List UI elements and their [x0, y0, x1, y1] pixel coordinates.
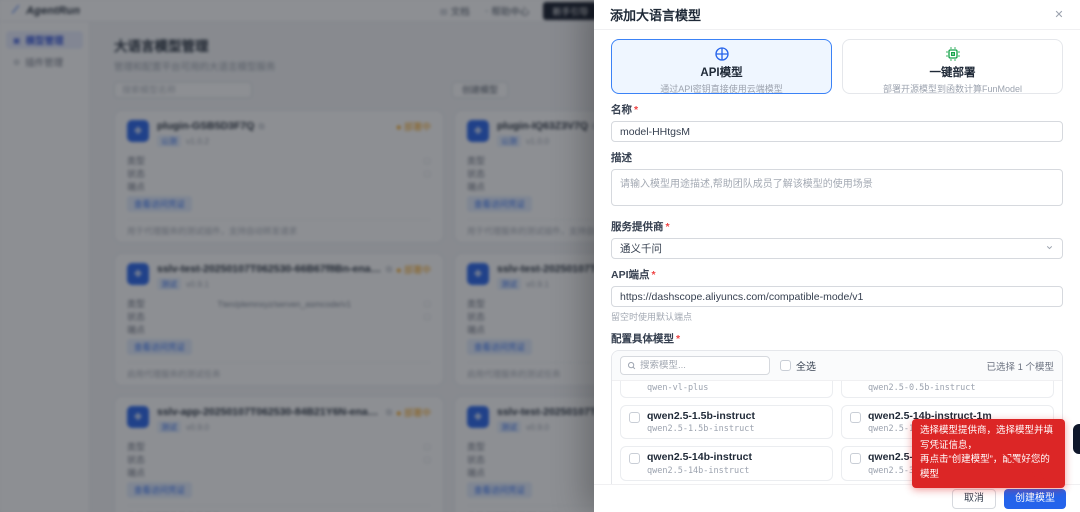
- drawer-title: 添加大语言模型: [610, 8, 702, 23]
- endpoint-help-text: 留空时使用默认端点: [611, 312, 693, 322]
- chevron-down-icon: [1045, 243, 1054, 255]
- model-checkbox[interactable]: [850, 411, 861, 423]
- type-card-subtitle: 通过API密钥直接使用云端模型: [660, 84, 783, 94]
- required-mark: *: [634, 104, 639, 116]
- feedback-edge-button[interactable]: [1073, 424, 1080, 454]
- drawer-body: API模型 通过API密钥直接使用云端模型 一键部署 部署开源模型到函数计算Fu…: [594, 30, 1080, 484]
- type-card-subtitle: 部署开源模型到函数计算FunModel: [882, 84, 1023, 94]
- model-checkbox[interactable]: [629, 411, 640, 423]
- type-card-api[interactable]: API模型 通过API密钥直接使用云端模型: [611, 39, 832, 94]
- model-name: qwen2.5-14b-instruct: [647, 451, 753, 463]
- cancel-button[interactable]: 取消: [952, 488, 996, 509]
- guide-tooltip: 选择模型提供商，选择模型并填写凭证信息， 再点击“创建模型”，配置好您的模型: [912, 419, 1065, 488]
- model-name: qwen2.5-1.5b-instruct: [647, 409, 755, 422]
- model-id: qwen2.5-0.5b-instruct: [868, 382, 976, 393]
- models-toolbar: 全选 已选择 1 个模型: [612, 351, 1062, 381]
- add-llm-drawer: 添加大语言模型 ✕ API模型 通过API密钥直接使用云端模型 一键部署 部署开…: [594, 0, 1080, 512]
- select-all[interactable]: 全选: [780, 358, 816, 373]
- drawer-header: 添加大语言模型 ✕: [594, 0, 1080, 30]
- description-label: 描述: [611, 152, 632, 164]
- close-icon[interactable]: ✕: [1051, 7, 1067, 23]
- model-checkbox[interactable]: [629, 453, 640, 464]
- model-checkbox[interactable]: [850, 453, 861, 464]
- model-id: qwen2.5-1.5b-instruct: [647, 424, 755, 434]
- drawer-footer: 取消 创建模型: [594, 484, 1080, 512]
- chip-icon: [843, 46, 1062, 63]
- model-list-item[interactable]: qwen2.5-0.5b-instruct qwen2.5-0.5b-instr…: [841, 381, 1054, 398]
- search-icon: [628, 362, 636, 370]
- model-list-item[interactable]: qwen2.5-1.5b-instruct qwen2.5-1.5b-instr…: [620, 404, 833, 439]
- name-label: 名称 *: [611, 104, 639, 116]
- provider-select[interactable]: 通义千问: [611, 238, 1063, 259]
- provider-label: 服务提供商 *: [611, 221, 670, 233]
- api-globe-icon: [612, 46, 831, 63]
- select-all-checkbox[interactable]: [780, 360, 791, 371]
- required-mark: *: [676, 333, 681, 345]
- selected-count: 已选择 1 个模型: [986, 361, 1054, 373]
- required-mark: *: [651, 269, 656, 281]
- type-card-title: API模型: [700, 67, 743, 79]
- models-label: 配置具体模型 *: [611, 333, 681, 345]
- required-mark: *: [665, 221, 670, 233]
- create-model-button[interactable]: 创建模型: [1004, 488, 1066, 509]
- screen: ⟋ AgentRun ▤文档 ◔帮助中心 新手引导 ▣ 模型管理 ⚙ 插件管理 …: [0, 0, 1080, 512]
- model-search[interactable]: [620, 356, 770, 375]
- model-search-input[interactable]: [640, 360, 750, 371]
- model-id: qwen2.5-14b-instruct: [647, 465, 750, 476]
- name-input[interactable]: [611, 121, 1063, 142]
- model-id: qwen-vl-plus: [647, 382, 709, 393]
- model-list-item[interactable]: qwen-vl-plus qwen-vl-plus: [620, 381, 833, 398]
- type-card-deploy[interactable]: 一键部署 部署开源模型到函数计算FunModel: [842, 39, 1063, 94]
- endpoint-label: API端点 *: [611, 269, 656, 281]
- model-list-item[interactable]: qwen2.5-14b-instruct qwen2.5-14b-instruc…: [620, 446, 833, 481]
- description-textarea[interactable]: [611, 169, 1063, 206]
- provider-value: 通义千问: [620, 243, 662, 255]
- endpoint-input[interactable]: [611, 286, 1063, 307]
- model-type-cards: API模型 通过API密钥直接使用云端模型 一键部署 部署开源模型到函数计算Fu…: [611, 39, 1063, 94]
- type-card-title: 一键部署: [929, 67, 976, 79]
